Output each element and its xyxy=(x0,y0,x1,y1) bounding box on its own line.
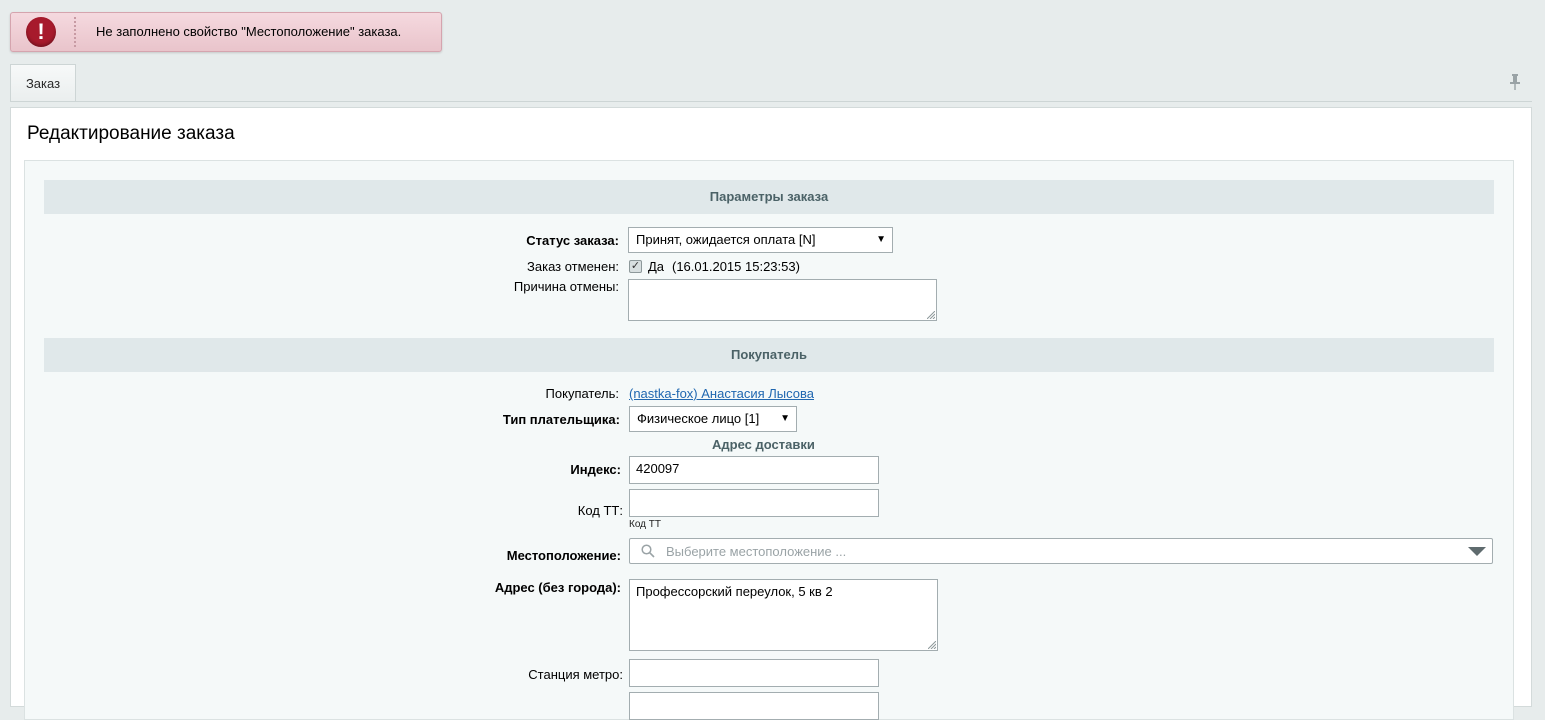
exclamation-icon: ! xyxy=(26,17,56,47)
tt-code-label: Код ТТ: xyxy=(577,503,623,518)
metro-label: Станция метро: xyxy=(528,667,623,682)
location-label: Местоположение: xyxy=(506,548,621,563)
error-divider xyxy=(74,17,76,47)
next-field-input[interactable] xyxy=(629,692,879,720)
dropdown-arrow-icon: ▼ xyxy=(876,234,886,245)
metro-input[interactable] xyxy=(629,659,879,687)
page-title: Редактирование заказа xyxy=(27,123,235,144)
tab-divider xyxy=(10,101,1532,102)
location-placeholder: Выберите местоположение ... xyxy=(666,544,847,559)
resize-handle-icon[interactable] xyxy=(928,641,936,649)
tt-code-input[interactable] xyxy=(629,489,879,517)
error-message: Не заполнено свойство "Местоположение" з… xyxy=(96,24,402,39)
cancel-reason-textarea[interactable] xyxy=(628,279,937,321)
address-label: Адрес (без города): xyxy=(494,580,621,595)
location-selector[interactable]: Выберите местоположение ... xyxy=(629,538,1493,564)
address-textarea[interactable]: Профессорский переулок, 5 кв 2 xyxy=(629,579,938,651)
tab-order[interactable]: Заказ xyxy=(10,64,76,102)
payer-type-label: Тип плательщика: xyxy=(502,412,620,427)
section-buyer: Покупатель xyxy=(44,338,1494,372)
canceled-checkbox[interactable]: ✓ xyxy=(629,260,642,273)
error-banner: ! Не заполнено свойство "Местоположение"… xyxy=(10,12,442,52)
status-select[interactable]: Принят, ожидается оплата [N] ▼ xyxy=(628,227,893,253)
payer-type-select[interactable]: Физическое лицо [1] ▼ xyxy=(629,406,797,432)
payer-type-value: Физическое лицо [1] xyxy=(637,411,760,426)
canceled-date: (16.01.2015 15:23:53) xyxy=(672,259,800,274)
main-panel: Редактирование заказа Параметры заказа С… xyxy=(10,107,1532,720)
index-label: Индекс: xyxy=(570,462,621,477)
section-order-params: Параметры заказа xyxy=(44,180,1494,214)
chevron-down-icon[interactable] xyxy=(1468,547,1486,556)
status-label: Статус заказа: xyxy=(526,233,619,248)
dropdown-arrow-icon: ▼ xyxy=(780,413,790,424)
tt-code-hint: Код ТТ xyxy=(629,519,661,530)
form-area: Параметры заказа Статус заказа: Принят, … xyxy=(24,160,1514,720)
index-input[interactable]: 420097 xyxy=(629,456,879,484)
resize-handle-icon[interactable] xyxy=(927,311,935,319)
search-icon xyxy=(641,544,655,558)
canceled-value: Да xyxy=(648,259,665,274)
status-value: Принят, ожидается оплата [N] xyxy=(636,232,816,247)
buyer-link[interactable]: (nastka-fox) Анастасия Лысова xyxy=(629,386,814,401)
delivery-address-title: Адрес доставки xyxy=(712,437,815,452)
buyer-label: Покупатель: xyxy=(545,386,619,401)
pin-icon[interactable] xyxy=(1508,73,1522,91)
cancel-reason-label: Причина отмены: xyxy=(513,279,619,294)
canceled-label: Заказ отменен: xyxy=(527,259,619,274)
